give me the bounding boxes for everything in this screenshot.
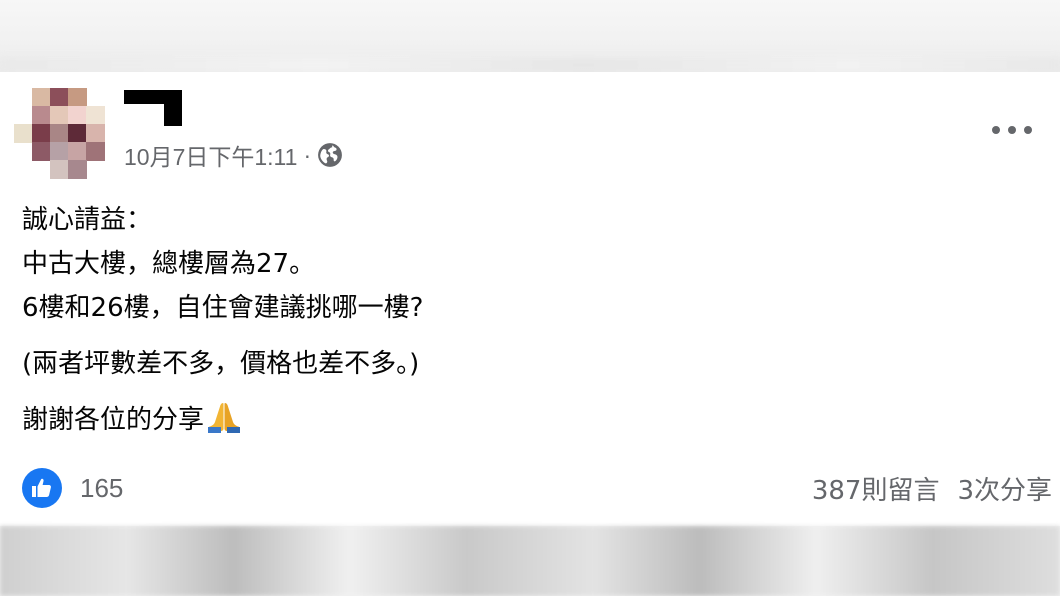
- avatar-pixel: [68, 124, 87, 143]
- post-line-text: (兩者坪數差不多，價格也差不多。): [22, 349, 420, 379]
- avatar-pixel: [68, 142, 87, 161]
- dot-icon: [992, 126, 1000, 134]
- shares-count-link[interactable]: 3次分享: [957, 470, 1052, 507]
- globe-icon[interactable]: [317, 142, 343, 168]
- avatar-pixel: [86, 142, 105, 161]
- avatar-pixel: [68, 160, 87, 179]
- more-options-button[interactable]: [992, 120, 1032, 140]
- folded-hands-emoji: [208, 403, 241, 433]
- avatar[interactable]: [14, 88, 110, 184]
- avatar-pixel: [32, 142, 51, 161]
- post-line: 中古大樓，總樓層為27。: [22, 249, 316, 279]
- facebook-post-card: 10月7日下午1:11 · 誠心請益： 中古大樓，總樓層為27。 6樓和26樓，…: [0, 72, 1060, 526]
- meta-separator: ·: [303, 141, 312, 168]
- avatar-pixel: [68, 106, 87, 125]
- avatar-pixel: [14, 124, 33, 143]
- avatar-pixel: [50, 160, 69, 179]
- post-footer: 165 387則留言 3次分享: [22, 468, 1052, 508]
- avatar-pixel: [86, 124, 105, 143]
- dot-icon: [1024, 126, 1032, 134]
- post-line-text: 謝謝各位的分享: [22, 405, 205, 435]
- avatar-pixel: [32, 106, 51, 125]
- avatar-pixel: [32, 124, 51, 143]
- post-body: 誠心請益： 中古大樓，總樓層為27。 6樓和26樓，自住會建議挑哪一樓? (兩者…: [22, 198, 1022, 442]
- engagement-stats: 387則留言 3次分享: [812, 470, 1052, 507]
- post-line: (兩者坪數差不多，價格也差不多。): [22, 342, 1022, 386]
- post-timestamp[interactable]: 10月7日下午1:11: [124, 138, 297, 172]
- avatar-pixel: [68, 88, 87, 107]
- comments-count-link[interactable]: 387則留言: [812, 470, 940, 507]
- post-line: 6樓和26樓，自住會建議挑哪一樓?: [22, 293, 424, 323]
- avatar-pixel: [50, 142, 69, 161]
- avatar-pixel: [32, 88, 51, 107]
- post-meta: 10月7日下午1:11 ·: [124, 140, 343, 170]
- post-line: 誠心請益：: [22, 205, 153, 235]
- avatar-pixel: [86, 106, 105, 125]
- reactions-summary[interactable]: 165: [22, 468, 123, 508]
- post-line: 謝謝各位的分享: [22, 398, 1022, 442]
- avatar-pixel: [50, 88, 69, 107]
- blurred-background-bottom: [0, 526, 1060, 596]
- blurred-background-top: [0, 0, 1060, 72]
- redacted-author-name: [124, 90, 182, 126]
- avatar-pixel: [50, 124, 69, 143]
- like-count[interactable]: 165: [80, 473, 123, 504]
- avatar-pixel: [50, 106, 69, 125]
- thumbs-up-icon: [22, 468, 62, 508]
- dot-icon: [1008, 126, 1016, 134]
